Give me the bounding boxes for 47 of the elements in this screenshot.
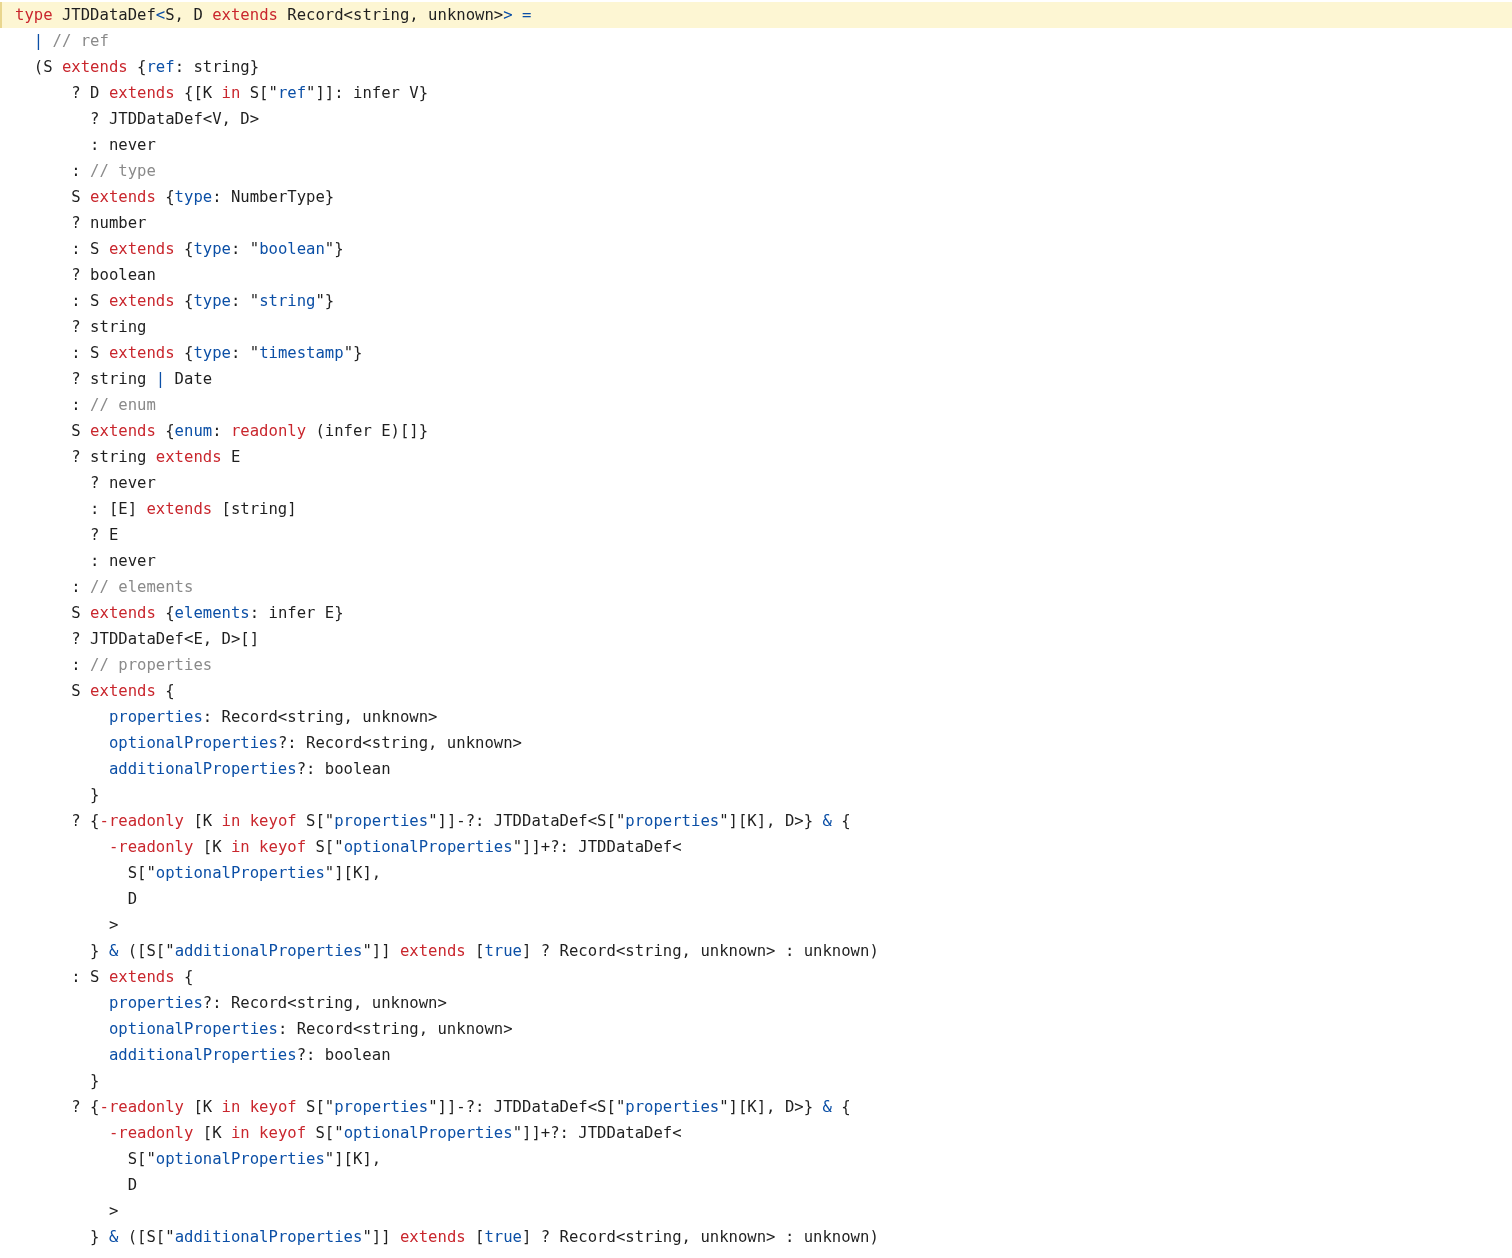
code-line: S extends {elements: infer E}: [70, 603, 345, 624]
code-line: | // ref: [32, 31, 110, 52]
code-line: ? string: [70, 317, 148, 338]
code-line: additionalProperties?: boolean: [107, 759, 392, 780]
code-line: optionalProperties?: Record<string, unknown>: [107, 733, 523, 754]
code-line: -readonly [K in keyof S["optionalProperties"]]+?: JTDDataDef<: [107, 837, 683, 858]
code-line: (S extends {ref: string}: [32, 57, 261, 78]
code-line: ? D extends {[K in S["ref"]]: infer V}: [70, 83, 430, 104]
code-line: >: [107, 1201, 120, 1222]
code-line: : S extends {: [70, 967, 195, 988]
code-line: : // enum: [70, 395, 157, 416]
code-line: : never: [89, 551, 157, 572]
code-line: D: [126, 1175, 139, 1196]
code-line: ? number: [70, 213, 148, 234]
code-line: D: [126, 889, 139, 910]
code-line: : // properties: [70, 655, 214, 676]
code-line: : // elements: [70, 577, 195, 598]
code-line: ? boolean: [70, 265, 157, 286]
code-line: : S extends {type: "timestamp"}: [70, 343, 364, 364]
code-line: : never: [89, 135, 157, 156]
code-line: optionalProperties: Record<string, unknown>: [107, 1019, 514, 1040]
code-line: } & ([S["additionalProperties"]] extends [true] ? Record<string, unknown> : unknown): [89, 1227, 880, 1248]
code-line: : // type: [70, 161, 157, 182]
code-line: } & ([S["additionalProperties"]] extends [true] ? Record<string, unknown> : unknown): [89, 941, 880, 962]
code-line: S["optionalProperties"][K],: [126, 863, 383, 884]
code-line: additionalProperties?: boolean: [107, 1045, 392, 1066]
code-line: }: [89, 785, 101, 806]
code-line: S extends {enum: readonly (infer E)[]}: [70, 421, 430, 442]
code-line: S["optionalProperties"][K],: [126, 1149, 383, 1170]
code-line: -readonly [K in keyof S["optionalProperties"]]+?: JTDDataDef<: [107, 1123, 683, 1144]
code-line: ? {-readonly [K in keyof S["properties"]]-?: JTDDataDef<S["properties"][K], D>} & {: [70, 811, 852, 832]
code-line: }: [89, 1071, 101, 1092]
code-line: ? string | Date: [70, 369, 214, 390]
code-line: ? JTDDataDef<E, D>[]: [70, 629, 261, 650]
code-line: : [E] extends [string]: [89, 499, 298, 520]
code-line: ? string extends E: [70, 447, 242, 468]
code-line: ? never: [89, 473, 157, 494]
code-line: ? E: [89, 525, 120, 546]
code-line: properties?: Record<string, unknown>: [107, 993, 448, 1014]
code-line: : S extends {type: "boolean"}: [70, 239, 345, 260]
code-line: >: [107, 915, 120, 936]
code-line: properties: Record<string, unknown>: [107, 707, 439, 728]
code-line: S extends {: [70, 681, 176, 702]
code-line: ? {-readonly [K in keyof S["properties"]]-?: JTDDataDef<S["properties"][K], D>} & {: [70, 1097, 852, 1118]
code-line: ? JTDDataDef<V, D>: [89, 109, 261, 130]
code-line: S extends {type: NumberType}: [70, 187, 336, 208]
code-line: : S extends {type: "string"}: [70, 291, 336, 312]
